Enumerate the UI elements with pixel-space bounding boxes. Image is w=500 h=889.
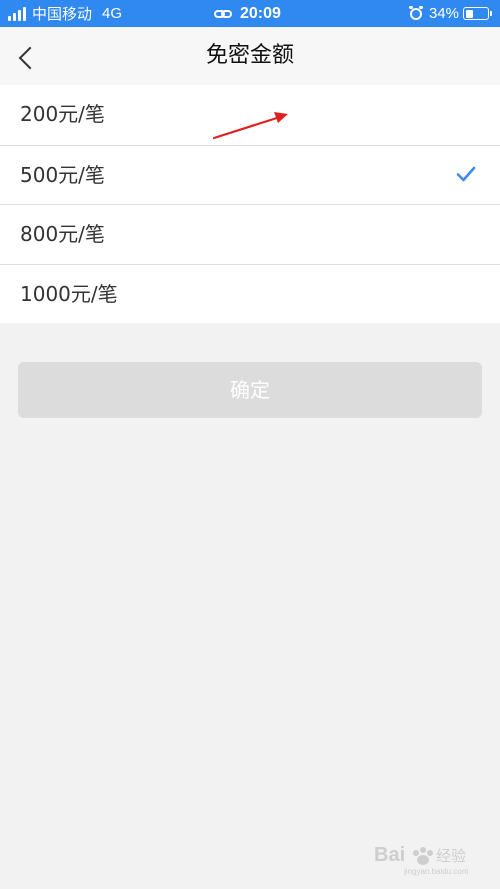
option-label: 1000元/笔 — [20, 281, 118, 306]
nav-bar: 免密金额 — [0, 27, 500, 85]
clock: 20:09 — [240, 4, 281, 22]
status-left: 中国移动 4G — [8, 0, 122, 27]
status-right: 34% — [408, 0, 492, 27]
baidu-jingyan-watermark: Bai 经验 jingyan.baidu.com — [374, 844, 469, 876]
option-label: 800元/笔 — [20, 222, 105, 246]
back-button[interactable] — [8, 37, 44, 75]
alarm-icon — [408, 5, 423, 20]
battery-icon — [463, 7, 489, 20]
option-item-500[interactable]: 500元/笔 — [0, 144, 500, 205]
svg-text:经验: 经验 — [436, 847, 466, 865]
battery-percent: 34% — [428, 5, 459, 22]
option-item-800[interactable]: 800元/笔 — [0, 204, 500, 264]
svg-text:Bai: Bai — [374, 844, 405, 866]
option-item-1000[interactable]: 1000元/笔 — [0, 263, 500, 324]
checkmark-icon — [456, 166, 476, 181]
network-type: 4G — [102, 5, 123, 22]
option-label: 200元/笔 — [20, 102, 105, 126]
link-icon — [214, 8, 234, 20]
chevron-left-icon — [18, 46, 42, 70]
annotation-arrow — [212, 112, 288, 140]
confirm-button[interactable]: 确定 — [18, 362, 482, 418]
signal-icon — [8, 6, 26, 21]
page-title: 免密金额 — [205, 43, 294, 68]
option-label: 500元/笔 — [20, 162, 105, 187]
carrier-name: 中国移动 — [32, 6, 93, 23]
battery-level — [465, 9, 473, 18]
svg-text:jingyan.baidu.com: jingyan.baidu.com — [403, 867, 469, 876]
battery-cap — [490, 11, 492, 16]
status-bar: 中国移动 4G 20:09 34% — [0, 0, 500, 27]
status-center: 20:09 — [214, 0, 281, 27]
